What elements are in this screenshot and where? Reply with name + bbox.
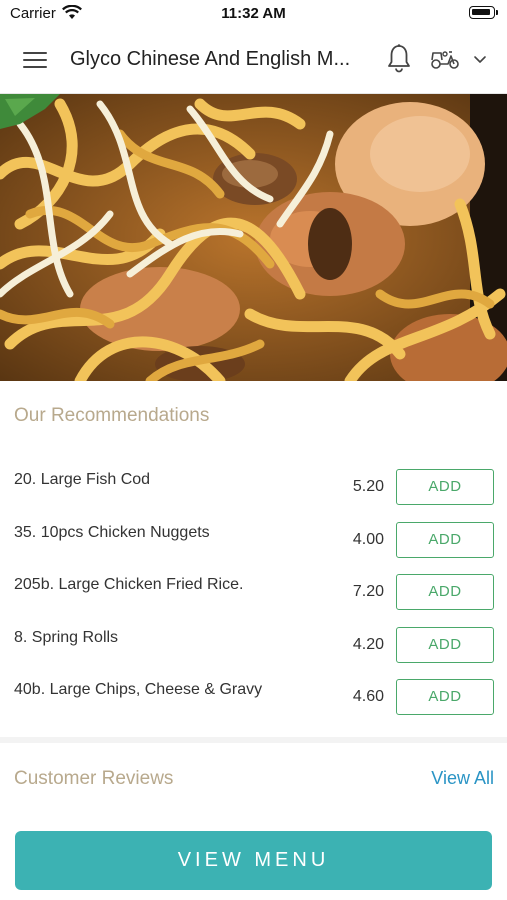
restaurant-title: Glyco Chinese And English M... — [70, 48, 351, 70]
hamburger-menu-icon[interactable] — [23, 51, 47, 69]
item-name: 35. 10pcs Chicken Nuggets — [14, 523, 210, 541]
recommendations-list: 20. Large Fish Cod 5.20 ADD 35. 10pcs Ch… — [0, 460, 507, 723]
item-price: 7.20 — [352, 583, 384, 600]
chevron-down-icon[interactable] — [473, 54, 487, 64]
hero-food-image — [0, 94, 507, 381]
status-bar: Carrier 11:32 AM — [0, 0, 507, 26]
item-price: 5.20 — [352, 478, 384, 495]
section-divider — [0, 737, 507, 743]
item-price: 4.00 — [352, 530, 384, 548]
add-button[interactable]: ADD — [396, 626, 494, 663]
recommendation-item: 35. 10pcs Chicken Nuggets 4.00 ADD — [0, 513, 507, 566]
recommendation-item: 40b. Large Chips, Cheese & Gravy 4.60 AD… — [0, 670, 507, 723]
add-button[interactable]: ADD — [396, 469, 494, 505]
add-button[interactable]: ADD — [396, 574, 494, 610]
status-time: 11:32 AM — [221, 5, 286, 22]
recommendation-item: 205b. Large Chicken Fried Rice. 7.20 ADD — [0, 565, 507, 618]
noodles-image — [0, 94, 507, 381]
scooter-icon[interactable] — [430, 48, 460, 70]
bell-icon[interactable] — [386, 43, 412, 73]
add-button[interactable]: ADD — [396, 521, 494, 558]
item-name: 205b. Large Chicken Fried Rice. — [14, 576, 244, 593]
view-menu-button[interactable]: VIEW MENU — [15, 831, 492, 890]
item-name: 40b. Large Chips, Cheese & Gravy — [14, 681, 263, 698]
reviews-title: Customer Reviews — [14, 768, 174, 789]
add-button[interactable]: ADD — [396, 679, 494, 715]
item-name: 20. Large Fish Cod — [14, 471, 151, 488]
item-name: 8. Spring Rolls — [14, 628, 119, 646]
battery-icon — [469, 6, 498, 19]
recommendations-title: Our Recommendations — [14, 405, 210, 426]
item-price: 4.60 — [352, 688, 384, 705]
nav-bar: Glyco Chinese And English M... — [0, 26, 507, 94]
view-all-link[interactable]: View All — [431, 768, 494, 789]
item-price: 4.20 — [352, 635, 384, 653]
recommendation-item: 20. Large Fish Cod 5.20 ADD — [0, 460, 507, 513]
recommendation-item: 8. Spring Rolls 4.20 ADD — [0, 618, 507, 671]
